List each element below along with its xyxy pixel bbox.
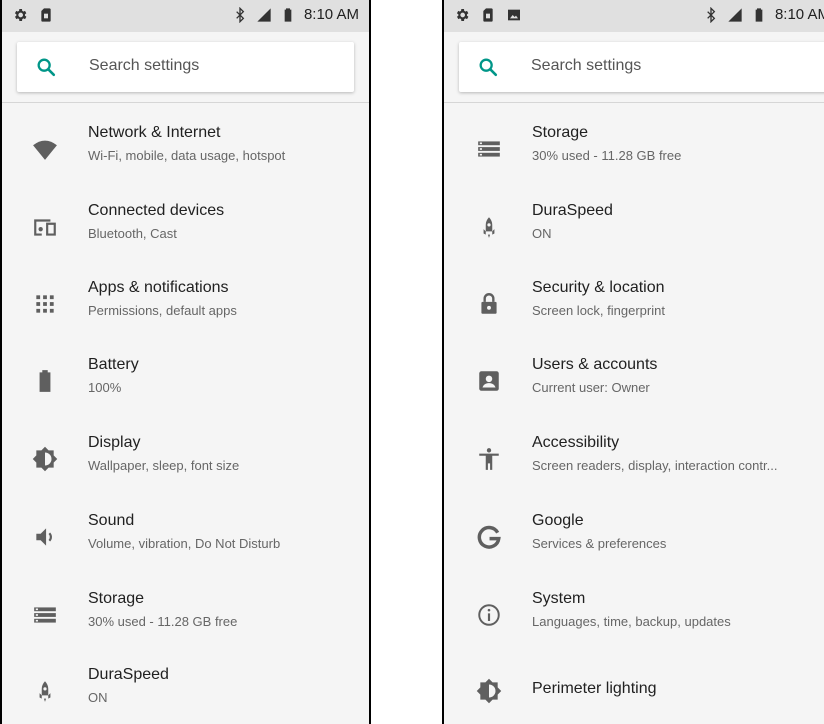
- rocket-icon: [39, 681, 51, 702]
- settings-item-sound[interactable]: Sound Volume, vibration, Do Not Disturb: [2, 498, 369, 576]
- battery-status-icon: [755, 7, 763, 22]
- settings-item-perimeter-lighting[interactable]: Perimeter lighting: [444, 652, 824, 724]
- rocket-icon: [483, 217, 495, 238]
- brightness-icon: [32, 446, 58, 472]
- status-time: 8:10 AM: [774, 6, 824, 23]
- status-time: 8:10 AM: [303, 6, 359, 23]
- divider: [444, 102, 824, 103]
- wifi-icon: [33, 140, 57, 160]
- sim-card-icon: [483, 8, 493, 22]
- settings-item-network[interactable]: Network & Internet Wi-Fi, mobile, data u…: [2, 110, 369, 188]
- signal-icon: [257, 7, 271, 22]
- bluetooth-icon: [236, 6, 245, 23]
- storage-icon: [34, 607, 56, 623]
- settings-item-battery[interactable]: Battery 100%: [2, 342, 369, 420]
- phone-screen-left: 8:10 AM Search settings Network & Intern…: [0, 0, 371, 724]
- settings-item-duraspeed[interactable]: DuraSpeed ON: [444, 188, 824, 266]
- settings-item-users[interactable]: Users & accounts Current user: Owner: [444, 342, 824, 420]
- lock-icon: [481, 293, 497, 314]
- image-notification-icon: [508, 9, 520, 21]
- settings-item-system[interactable]: System Languages, time, backup, updates: [444, 576, 824, 654]
- phone-screen-right: 8:10 AM Search settings Storage 30% used…: [442, 0, 824, 724]
- battery-icon: [39, 370, 51, 392]
- search-placeholder: Search settings: [531, 57, 642, 74]
- settings-item-apps[interactable]: Apps & notifications Permissions, defaul…: [2, 265, 369, 343]
- settings-item-storage[interactable]: Storage 30% used - 11.28 GB free: [2, 576, 369, 654]
- divider: [2, 102, 369, 103]
- devices-icon: [34, 219, 56, 236]
- search-placeholder: Search settings: [89, 57, 200, 74]
- search-bar[interactable]: Search settings: [17, 42, 354, 92]
- volume-icon: [36, 528, 52, 546]
- settings-item-connected-devices[interactable]: Connected devices Bluetooth, Cast: [2, 188, 369, 266]
- status-bar: 8:10 AM: [2, 0, 369, 32]
- storage-icon: [478, 141, 500, 157]
- search-bar[interactable]: Search settings: [459, 42, 824, 92]
- search-icon: [479, 58, 498, 77]
- signal-icon: [728, 7, 742, 22]
- battery-status-icon: [284, 7, 292, 22]
- google-icon: [477, 525, 501, 549]
- account-box-icon: [479, 371, 499, 391]
- bluetooth-icon: [707, 6, 716, 23]
- settings-gear-icon: [14, 9, 27, 21]
- search-icon: [37, 58, 56, 77]
- sim-card-icon: [41, 8, 51, 22]
- status-bar: 8:10 AM: [444, 0, 824, 32]
- apps-grid-icon: [36, 295, 54, 313]
- settings-item-security[interactable]: Security & location Screen lock, fingerp…: [444, 265, 824, 343]
- accessibility-icon: [479, 448, 499, 470]
- brightness-icon: [476, 678, 502, 704]
- settings-item-duraspeed[interactable]: DuraSpeed ON: [2, 652, 369, 724]
- settings-gear-icon: [456, 9, 469, 21]
- info-icon: [478, 604, 500, 626]
- settings-item-accessibility[interactable]: Accessibility Screen readers, display, i…: [444, 420, 824, 498]
- settings-item-google[interactable]: Google Services & preferences: [444, 498, 824, 576]
- settings-item-storage[interactable]: Storage 30% used - 11.28 GB free: [444, 110, 824, 188]
- settings-item-display[interactable]: Display Wallpaper, sleep, font size: [2, 420, 369, 498]
